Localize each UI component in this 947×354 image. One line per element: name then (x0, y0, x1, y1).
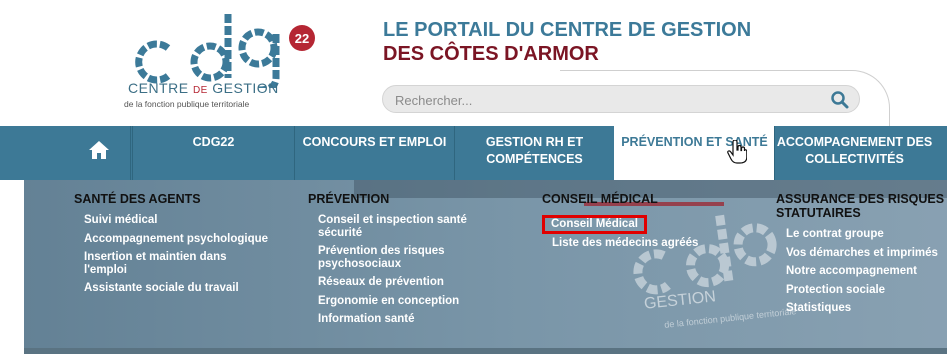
search-bar (382, 85, 860, 113)
menu-link-ergonomie[interactable]: Ergonomie en conception (318, 295, 528, 308)
menu-link-conseil-inspection[interactable]: Conseil et inspection santé sécurité (318, 214, 478, 239)
menu-link-insertion-maintien[interactable]: Insertion et maintien dans l'emploi (84, 251, 264, 276)
nav-item-accompagnement[interactable]: ACCOMPAGNEMENT DES COLLECTIVITÉS (774, 126, 934, 180)
menu-heading: ASSURANCE DES RISQUES STATUTAIRES (776, 192, 945, 220)
nav-item-label: GESTION RH ET (485, 135, 584, 149)
cdg22-logo[interactable]: 22 CENTRE DE GESTION de la fonction publ… (118, 8, 323, 114)
search-input[interactable] (395, 90, 815, 110)
menu-link-contrat-groupe[interactable]: Le contrat groupe (786, 228, 946, 241)
menu-heading: SANTÉ DES AGENTS (74, 192, 201, 206)
home-icon (89, 141, 109, 159)
nav-item-label: COMPÉTENCES (486, 152, 583, 166)
menu-link-suivi-medical[interactable]: Suivi médical (84, 214, 294, 227)
site-title-line2: DES CÔTES D'ARMOR (383, 43, 599, 65)
site-title-line1: LE PORTAIL DU CENTRE DE GESTION (383, 19, 752, 41)
logo-line1: CENTRE DE GESTION (128, 80, 279, 96)
menu-link-accompagnement-psychologique[interactable]: Accompagnement psychologique (84, 233, 294, 246)
menu-link-assistante-sociale[interactable]: Assistante sociale du travail (84, 282, 294, 295)
menu-heading: PRÉVENTION (308, 192, 390, 206)
mega-menu-prevention-sante: GESTION de la fonction publique territor… (24, 180, 947, 348)
logo-line2: de la fonction publique territoriale (124, 99, 250, 109)
cdg-logo-mark: 22 (135, 14, 315, 88)
site-title: LE PORTAIL DU CENTRE DE GESTION DES CÔTE… (383, 18, 751, 66)
menu-link-information-sante[interactable]: Information santé (318, 313, 528, 326)
menu-column-conseil-medical: CONSEIL MÉDICAL Conseil Médical Liste de… (542, 192, 762, 255)
menu-link-protection-sociale[interactable]: Protection sociale (786, 284, 946, 297)
menu-link-notre-accompagnement[interactable]: Notre accompagnement (786, 265, 946, 278)
logo-number: 22 (295, 31, 309, 46)
menu-link-demarches-imprimes[interactable]: Vos démarches et imprimés (786, 247, 946, 260)
menu-link-risques-psychosociaux[interactable]: Prévention des risques psychosociaux (318, 245, 458, 270)
search-icon (831, 91, 849, 109)
nav-item-label: CONCOURS ET EMPLOI (302, 135, 447, 149)
page-content-edge (24, 348, 947, 354)
search-button[interactable] (829, 89, 851, 111)
nav-item-concours-emploi[interactable]: CONCOURS ET EMPLOI (294, 126, 454, 180)
hand-cursor-icon (727, 140, 747, 164)
nav-item-label: ACCOMPAGNEMENT DES (776, 135, 933, 149)
menu-link-medecins-agrees[interactable]: Liste des médecins agréés (552, 237, 762, 250)
nav-item-gestion-rh[interactable]: GESTION RH ET COMPÉTENCES (454, 126, 614, 180)
menu-link-conseil-medical[interactable]: Conseil Médical (542, 215, 647, 234)
nav-item-cdg22[interactable]: CDG22 (132, 126, 294, 180)
menu-link-reseaux-prevention[interactable]: Réseaux de prévention (318, 276, 528, 289)
menu-column-prevention: PRÉVENTION Conseil et inspection santé s… (308, 192, 528, 332)
nav-home[interactable] (0, 126, 131, 180)
menu-column-assurance-risques: ASSURANCE DES RISQUES STATUTAIRES Le con… (776, 192, 946, 321)
menu-column-sante-agents: SANTÉ DES AGENTS Suivi médical Accompagn… (74, 192, 294, 301)
menu-heading: CONSEIL MÉDICAL (542, 192, 658, 206)
nav-item-label: CDG22 (192, 135, 235, 149)
menu-link-statistiques[interactable]: Statistiques (786, 302, 946, 315)
nav-item-label: COLLECTIVITÉS (805, 152, 904, 166)
nav-item-prevention-sante[interactable]: PRÉVENTION ET SANTÉ (614, 126, 774, 180)
main-nav: CDG22 CONCOURS ET EMPLOI GESTION RH ET C… (0, 126, 947, 180)
